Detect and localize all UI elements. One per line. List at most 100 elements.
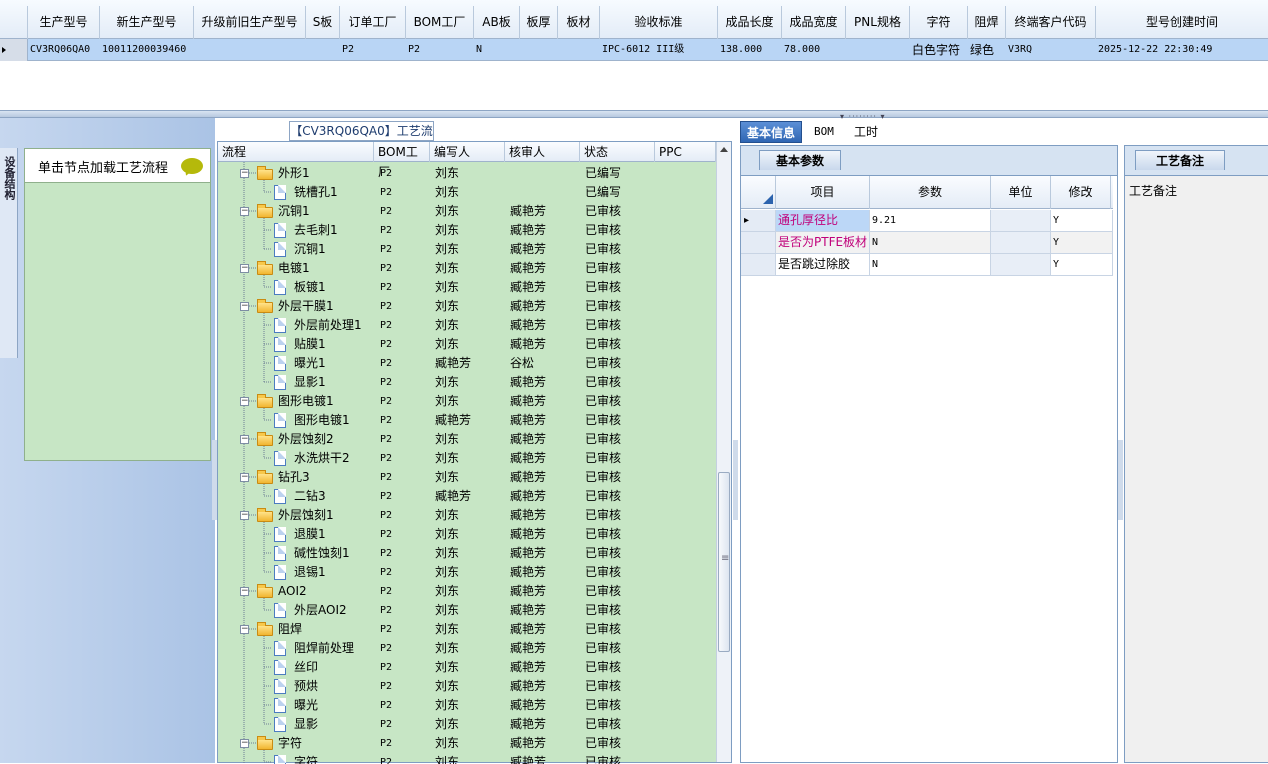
cell-old-model[interactable]: [194, 39, 306, 61]
cell-new-production-model[interactable]: 10011200039460: [100, 39, 194, 61]
col-param[interactable]: 参数: [870, 176, 991, 209]
col-thickness[interactable]: 板厚: [520, 6, 558, 39]
param-row[interactable]: 是否为PTFE板材 N Y: [741, 232, 1113, 254]
tree-step-row[interactable]: 阻焊前处理 P2 刘东 臧艳芳 已审核: [218, 639, 716, 658]
param-value[interactable]: N: [870, 254, 991, 275]
col-item[interactable]: 项目: [776, 176, 870, 209]
cell-width[interactable]: 78.000: [782, 39, 846, 61]
collapse-icon[interactable]: −: [240, 302, 249, 311]
col-unit[interactable]: 单位: [991, 176, 1051, 209]
tree-scrollbar[interactable]: [716, 142, 731, 762]
col-customer-code[interactable]: 终端客户代码: [1006, 6, 1096, 39]
collapse-icon[interactable]: −: [240, 511, 249, 520]
tree-group-row[interactable]: − 电镀1 P2 刘东 臧艳芳 已审核: [218, 259, 716, 278]
tree-step-row[interactable]: 字符 P2 刘东 臧艳芳 已审核: [218, 753, 716, 764]
cell-bom-factory[interactable]: P2: [406, 39, 474, 61]
tree-group-row[interactable]: − 外层蚀刻1 P2 刘东 臧艳芳 已审核: [218, 506, 716, 525]
tree-group-row[interactable]: − 阻焊 P2 刘东 臧艳芳 已审核: [218, 620, 716, 639]
col-old-model[interactable]: 升级前旧生产型号: [194, 6, 306, 39]
collapse-icon[interactable]: −: [240, 473, 249, 482]
tree-step-row[interactable]: 沉铜1 P2 刘东 臧艳芳 已审核: [218, 240, 716, 259]
horizontal-splitter[interactable]: ▾ ········ ▾: [0, 110, 1268, 121]
tree-step-row[interactable]: 二钻3 P2 臧艳芳 臧艳芳 已审核: [218, 487, 716, 506]
tree-group-row[interactable]: − AOI2 P2 刘东 臧艳芳 已审核: [218, 582, 716, 601]
col-production-model[interactable]: 生产型号: [28, 6, 100, 39]
cell-pnl-spec[interactable]: [846, 39, 910, 61]
tree-step-row[interactable]: 显影 P2 刘东 臧艳芳 已审核: [218, 715, 716, 734]
cell-production-model[interactable]: CV3RQ06QA0: [28, 39, 100, 61]
tab-basic-params[interactable]: 基本参数: [759, 150, 841, 170]
tree-step-row[interactable]: 碱性蚀刻1 P2 刘东 臧艳芳 已审核: [218, 544, 716, 563]
equipment-structure-tab[interactable]: 设备结构: [0, 148, 18, 358]
cell-material[interactable]: [558, 39, 600, 61]
collapse-icon[interactable]: −: [240, 587, 249, 596]
tab-bom[interactable]: BOM: [808, 121, 840, 143]
model-row[interactable]: CV3RQ06QA0 10011200039460 P2 P2 N IPC-60…: [28, 39, 1268, 61]
col-status[interactable]: 状态: [580, 142, 655, 162]
tree-step-row[interactable]: 铣槽孔1 P2 刘东 已编写: [218, 183, 716, 202]
scroll-up-icon[interactable]: [720, 147, 728, 152]
row-selector[interactable]: [741, 254, 776, 275]
tree-step-row[interactable]: 退锡1 P2 刘东 臧艳芳 已审核: [218, 563, 716, 582]
tree-step-row[interactable]: 预烘 P2 刘东 臧艳芳 已审核: [218, 677, 716, 696]
col-length[interactable]: 成品长度: [718, 6, 782, 39]
tree-group-row[interactable]: − 图形电镀1 P2 刘东 臧艳芳 已审核: [218, 392, 716, 411]
tree-step-row[interactable]: 贴膜1 P2 刘东 臧艳芳 已审核: [218, 335, 716, 354]
col-modify[interactable]: 修改: [1051, 176, 1111, 209]
collapse-icon[interactable]: −: [240, 625, 249, 634]
cell-length[interactable]: 138.000: [718, 39, 782, 61]
right-splitter-handle[interactable]: [1118, 440, 1123, 520]
param-unit[interactable]: [991, 232, 1051, 253]
col-process[interactable]: 流程: [218, 142, 374, 162]
splitter-grip-icon[interactable]: ▾ ········ ▾: [840, 112, 885, 121]
tree-step-row[interactable]: 外层AOI2 P2 刘东 臧艳芳 已审核: [218, 601, 716, 620]
tab-process-notes[interactable]: 工艺备注: [1135, 150, 1225, 170]
tree-group-row[interactable]: − 沉铜1 P2 刘东 臧艳芳 已审核: [218, 202, 716, 221]
param-unit[interactable]: [991, 210, 1051, 231]
tab-basic-info[interactable]: 基本信息: [740, 121, 803, 143]
col-new-production-model[interactable]: 新生产型号: [100, 6, 194, 39]
tree-group-row[interactable]: − 外层蚀刻2 P2 刘东 臧艳芳 已审核: [218, 430, 716, 449]
cell-created-time[interactable]: 2025-12-22 22:30:49: [1096, 39, 1268, 61]
col-width[interactable]: 成品宽度: [782, 6, 846, 39]
tree-step-row[interactable]: 去毛刺1 P2 刘东 臧艳芳 已审核: [218, 221, 716, 240]
collapse-icon[interactable]: −: [240, 264, 249, 273]
tree-step-row[interactable]: 曝光1 P2 臧艳芳 谷松 已审核: [218, 354, 716, 373]
tree-group-row[interactable]: − 钻孔3 P2 刘东 臧艳芳 已审核: [218, 468, 716, 487]
col-order-factory[interactable]: 订单工厂: [340, 6, 406, 39]
cell-ab-board[interactable]: N: [474, 39, 520, 61]
tree-step-row[interactable]: 退膜1 P2 刘东 臧艳芳 已审核: [218, 525, 716, 544]
param-modify[interactable]: Y: [1051, 232, 1113, 253]
param-row[interactable]: ▸ 通孔厚径比 9.21 Y: [741, 210, 1113, 232]
cell-acceptance[interactable]: IPC-6012 III级: [600, 39, 718, 61]
col-acceptance[interactable]: 验收标准: [600, 6, 718, 39]
param-modify[interactable]: Y: [1051, 210, 1113, 231]
col-char[interactable]: 字符: [910, 6, 968, 39]
param-row[interactable]: 是否跳过除胶 N Y: [741, 254, 1113, 276]
tree-group-row[interactable]: − 外形1 P2 刘东 已编写: [218, 164, 716, 183]
cell-thickness[interactable]: [520, 39, 558, 61]
load-process-hint[interactable]: 单击节点加载工艺流程: [25, 149, 210, 183]
col-ab-board[interactable]: AB板: [474, 6, 520, 39]
tree-step-row[interactable]: 丝印 P2 刘东 臧艳芳 已审核: [218, 658, 716, 677]
col-solder-mask[interactable]: 阻焊: [968, 6, 1006, 39]
current-row-pointer-icon[interactable]: ▸: [741, 210, 776, 231]
cell-solder-mask[interactable]: 绿色: [968, 39, 1006, 61]
param-unit[interactable]: [991, 254, 1051, 275]
collapse-icon[interactable]: −: [240, 435, 249, 444]
col-s-board[interactable]: S板: [306, 6, 340, 39]
col-writer[interactable]: 编写人: [430, 142, 505, 162]
cell-customer-code[interactable]: V3RQ: [1006, 39, 1096, 61]
tree-step-row[interactable]: 显影1 P2 刘东 臧艳芳 已审核: [218, 373, 716, 392]
process-notes-body[interactable]: 工艺备注: [1125, 175, 1268, 762]
col-material[interactable]: 板材: [558, 6, 600, 39]
tree-step-row[interactable]: 水洗烘干2 P2 刘东 臧艳芳 已审核: [218, 449, 716, 468]
tree-group-row[interactable]: − 外层干膜1 P2 刘东 臧艳芳 已审核: [218, 297, 716, 316]
collapse-icon[interactable]: −: [240, 207, 249, 216]
cell-char[interactable]: 白色字符: [910, 39, 968, 61]
tree-step-row[interactable]: 图形电镀1 P2 臧艳芳 臧艳芳 已审核: [218, 411, 716, 430]
collapse-icon[interactable]: −: [240, 397, 249, 406]
tree-step-row[interactable]: 曝光 P2 刘东 臧艳芳 已审核: [218, 696, 716, 715]
param-modify[interactable]: Y: [1051, 254, 1113, 275]
tree-step-row[interactable]: 板镀1 P2 刘东 臧艳芳 已审核: [218, 278, 716, 297]
